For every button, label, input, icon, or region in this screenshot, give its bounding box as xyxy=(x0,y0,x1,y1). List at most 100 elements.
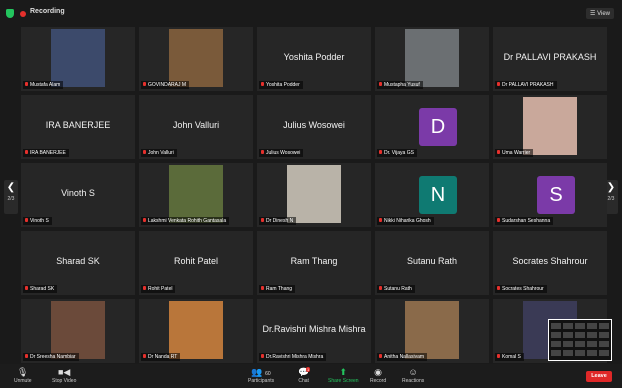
participant-name-text: Mustafa Alam xyxy=(30,82,61,88)
participant-tile[interactable]: John Valluri John Valluri xyxy=(139,95,253,159)
participant-tile[interactable]: Uma Warrier xyxy=(493,95,607,159)
thumbnail-cell xyxy=(599,350,609,356)
unmute-button[interactable]: 🎙 Unmute xyxy=(14,366,32,384)
gallery-grid: Mustafa Alam GOVINDARAJ M Yoshita Podder Yo… xyxy=(21,27,607,363)
participant-name-display: Sharad SK xyxy=(56,256,100,266)
participant-video xyxy=(51,29,105,87)
muted-microphone-icon xyxy=(497,354,500,358)
thumbnail-cell xyxy=(587,350,597,356)
participant-name-text: Lakshmi Venkata Rohith Gantasala xyxy=(148,218,227,224)
self-view-thumbnail[interactable] xyxy=(548,319,612,361)
page-indicator-left: 2/3 xyxy=(7,196,15,202)
thumbnail-cell xyxy=(563,323,573,329)
avatar: N xyxy=(419,176,457,214)
participant-tile[interactable]: Sutanu Rath Sutanu Rath xyxy=(375,231,489,295)
record-icon: ◉ xyxy=(374,367,382,377)
participant-tile[interactable]: Dr Sreesha Nambiar xyxy=(21,299,135,363)
participant-tile[interactable]: Dr.Ravishri Mishra Mishra Dr.Ravishri Mis… xyxy=(257,299,371,363)
participant-tile[interactable]: Vinoth S Vinoth S xyxy=(21,163,135,227)
leave-button[interactable]: Leave xyxy=(586,371,612,382)
participant-tile[interactable]: D Dr. Vijaya GS xyxy=(375,95,489,159)
chevron-left-icon[interactable]: ❮ xyxy=(4,180,18,196)
participant-tile[interactable]: Mustafa Alam xyxy=(21,27,135,91)
participant-name-label: Ram Thang xyxy=(259,285,296,293)
muted-microphone-icon xyxy=(25,354,28,358)
participant-name-display: Yoshita Podder xyxy=(283,52,345,62)
participant-name-text: Dr Sreesha Nambiar xyxy=(30,354,76,360)
muted-microphone-icon xyxy=(25,286,28,290)
chat-button[interactable]: 💬 1 Chat xyxy=(298,366,311,384)
participant-name-label: Dr Dinesh N xyxy=(259,217,297,225)
participant-name-label: Vinoth S xyxy=(23,217,52,225)
participant-name-label: Dr PALLAVI PRAKASH xyxy=(495,81,557,89)
video-camera-icon: ■◀ xyxy=(58,367,71,377)
participant-name-label: Dr Sreesha Nambiar xyxy=(23,353,79,361)
thumbnail-cell xyxy=(563,350,573,356)
participant-video xyxy=(51,301,105,359)
participant-name-text: GOVINDARAJ M xyxy=(148,82,187,88)
participant-name-text: Komal S xyxy=(502,354,521,360)
reactions-label: Reactions xyxy=(402,378,425,384)
view-button[interactable]: ☰ View xyxy=(586,8,614,19)
participant-name-display: Vinoth S xyxy=(61,188,95,198)
participant-name-display: John Valluri xyxy=(172,120,220,130)
participant-name-label: Socrates Shahrour xyxy=(495,285,547,293)
shield-icon[interactable] xyxy=(6,9,14,18)
participant-name-label: Uma Warrier xyxy=(495,149,534,157)
muted-microphone-icon xyxy=(143,218,146,222)
reactions-button[interactable]: ☺ Reactions xyxy=(402,366,424,384)
participant-tile[interactable]: GOVINDARAJ M xyxy=(139,27,253,91)
share-screen-button[interactable]: ⬆ Share Screen xyxy=(328,366,359,384)
participant-tile[interactable]: Rohit Patel Rohit Patel xyxy=(139,231,253,295)
muted-microphone-icon xyxy=(497,286,500,290)
thumbnail-cell xyxy=(599,323,609,329)
participant-tile[interactable]: Socrates Shahrour Socrates Shahrour xyxy=(493,231,607,295)
participant-name-text: Sharad SK xyxy=(30,286,55,292)
participant-tile[interactable]: Julius Wosowei Julius Wosowei xyxy=(257,95,371,159)
participant-tile[interactable]: IRA BANERJEE IRA BANERJEE xyxy=(21,95,135,159)
participant-name-label: Yoshita Podder xyxy=(259,81,303,89)
participant-video xyxy=(405,301,459,359)
participants-count: 60 xyxy=(265,371,271,377)
participant-tile[interactable]: S Sudarshan Seshanna xyxy=(493,163,607,227)
participant-name-text: Socrates Shahrour xyxy=(502,286,544,292)
participant-name-text: Ram Thang xyxy=(266,286,293,292)
participant-tile[interactable]: Lakshmi Venkata Rohith Gantasala xyxy=(139,163,253,227)
participant-tile[interactable]: Dr PALLAVI PRAKASH Dr PALLAVI PRAKASH xyxy=(493,27,607,91)
participant-name-text: Anitha Nallasivam xyxy=(384,354,425,360)
participant-video xyxy=(405,29,459,87)
participant-name-label: Mustafa Alam xyxy=(23,81,64,89)
record-button[interactable]: ◉ Record xyxy=(370,366,386,384)
meeting-toolbar: 🎙 Unmute ■◀ Stop Video 👥 60 Participants… xyxy=(0,364,622,388)
view-label[interactable]: View xyxy=(597,11,610,17)
stop-video-label: Stop Video xyxy=(52,378,77,384)
participant-tile[interactable]: Sharad SK Sharad SK xyxy=(21,231,135,295)
stop-video-button[interactable]: ■◀ Stop Video xyxy=(52,366,76,384)
participants-icon: 👥 60 xyxy=(251,367,271,377)
participant-tile[interactable]: Mustapha Yusuf xyxy=(375,27,489,91)
participants-button[interactable]: 👥 60 Participants xyxy=(248,366,274,384)
participant-tile[interactable]: Dr Nanda RT xyxy=(139,299,253,363)
muted-microphone-icon xyxy=(143,82,146,86)
participant-name-text: Julius Wosowei xyxy=(266,150,301,156)
thumbnail-cell xyxy=(563,341,573,347)
participant-name-text: Yoshita Podder xyxy=(266,82,300,88)
participant-name-text: Nikki Niharika Ghosh xyxy=(384,218,431,224)
muted-microphone-icon xyxy=(25,150,28,154)
participant-tile[interactable]: N Nikki Niharika Ghosh xyxy=(375,163,489,227)
participant-name-label: IRA BANERJEE xyxy=(23,149,69,157)
muted-microphone-icon xyxy=(143,286,146,290)
thumbnail-cell xyxy=(587,323,597,329)
muted-microphone-icon xyxy=(261,354,264,358)
participant-name-label: Sharad SK xyxy=(23,285,58,293)
previous-page-button[interactable]: ❮ 2/3 xyxy=(4,180,18,214)
participant-name-label: Anitha Nallasivam xyxy=(377,353,428,361)
participant-name-text: Vinoth S xyxy=(30,218,49,224)
participant-tile[interactable]: Yoshita Podder Yoshita Podder xyxy=(257,27,371,91)
participant-tile[interactable]: Anitha Nallasivam xyxy=(375,299,489,363)
participant-tile[interactable]: Dr Dinesh N xyxy=(257,163,371,227)
chat-badge: 1 xyxy=(306,367,311,372)
participant-tile[interactable]: Ram Thang Ram Thang xyxy=(257,231,371,295)
recording-label: Recording xyxy=(30,8,65,15)
thumbnail-cell xyxy=(599,341,609,347)
